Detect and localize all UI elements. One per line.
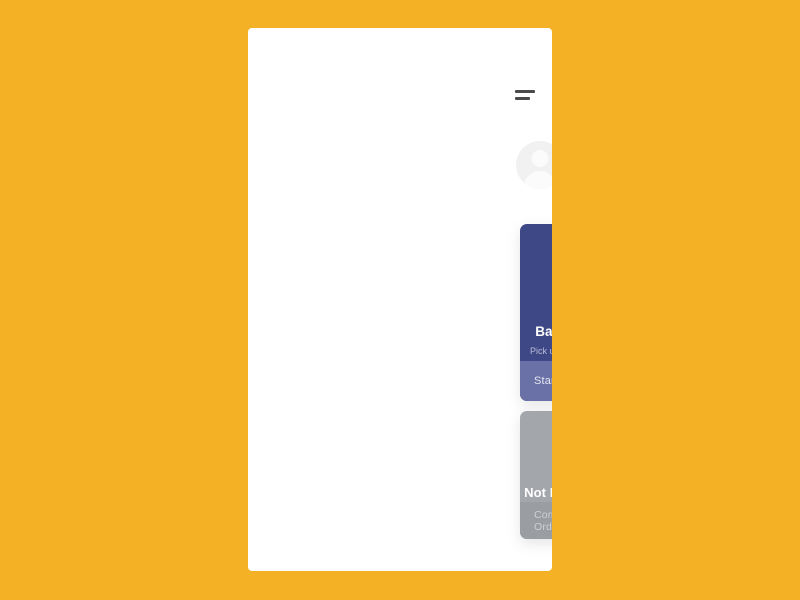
card-batch-picking-title: Batch Picking [535,324,552,339]
card-not-found-orders-body: Not Found Orders [520,411,552,502]
card-not-found-orders-action-label: Complete Orders [534,508,552,533]
user-greeting-row: Hello, Ravinder Aggarwal [516,134,552,196]
card-batch-picking-action[interactable]: Start Picking [520,361,552,401]
card-not-found-orders-action[interactable]: Complete Orders [520,502,552,539]
hamburger-bar-bottom [515,97,530,100]
avatar-body-shape [524,170,552,189]
card-batch-picking-action-label: Start Picking [534,375,552,387]
card-not-found-orders[interactable]: Not Found Orders Complete Orders [520,411,552,539]
card-batch-picking-body: Batch Picking Pick up the orders in bulk [520,224,552,361]
phone-screen: Hello, Ravinder Aggarwal Batch Picking P… [248,28,552,571]
hamburger-menu-icon[interactable] [515,90,537,102]
user-avatar-icon[interactable] [516,140,552,189]
avatar-head-shape [531,149,549,167]
card-batch-picking-subtitle: Pick up the orders in bulk [529,345,552,356]
card-batch-picking[interactable]: Batch Picking Pick up the orders in bulk… [520,224,552,401]
hamburger-bar-top [515,90,535,93]
card-not-found-orders-title: Not Found Orders [524,485,552,500]
